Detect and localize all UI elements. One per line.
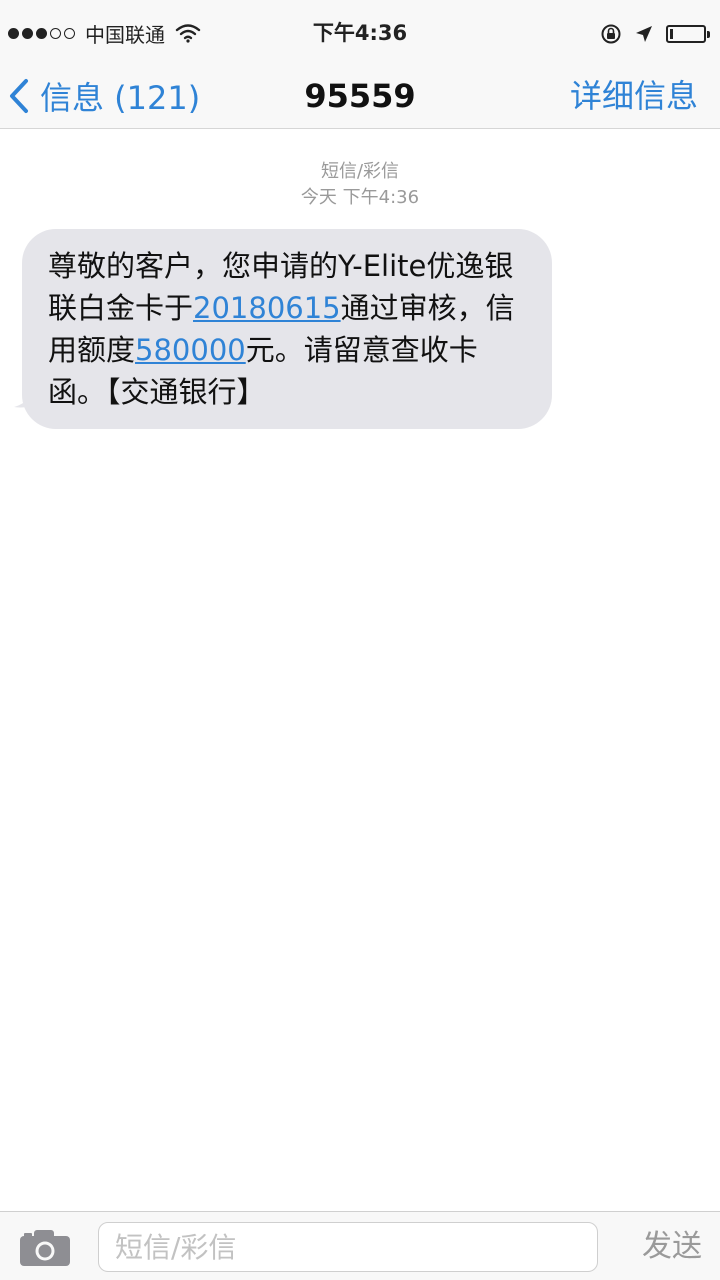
status-right: [600, 20, 710, 48]
message-meta: 短信/彩信 今天 下午4:36: [0, 159, 720, 211]
wifi-icon: [175, 24, 201, 43]
message-input[interactable]: [98, 1222, 598, 1272]
messages-screen: 中国联通 下午4:36 信息 (121) 95559 详细信息 短信/彩信 今天…: [0, 0, 720, 1280]
camera-icon: [20, 1230, 70, 1266]
battery-icon: [666, 25, 710, 43]
send-button[interactable]: 发送: [642, 1224, 702, 1270]
date-link[interactable]: 20180615: [193, 291, 341, 325]
status-bar: 中国联通 下午4:36: [0, 0, 720, 66]
location-arrow-icon: [636, 26, 652, 42]
status-left: 中国联通: [8, 18, 201, 48]
back-to-messages-button[interactable]: 信息 (121): [8, 74, 200, 118]
camera-button[interactable]: [18, 1228, 72, 1268]
message-type-label: 短信/彩信: [320, 161, 400, 182]
incoming-message-bubble[interactable]: 尊敬的客户，您申请的Y-Elite优逸银联白金卡于20180615通过审核，信用…: [22, 229, 552, 429]
signal-dot: [8, 27, 19, 39]
conversation-area[interactable]: 短信/彩信 今天 下午4:36 尊敬的客户，您申请的Y-Elite优逸银联白金卡…: [0, 129, 720, 1211]
battery-level: [670, 29, 673, 39]
back-label: 信息 (121): [40, 79, 201, 117]
rotation-lock-icon: [601, 24, 621, 44]
message-timestamp: 今天 下午4:36: [300, 187, 420, 208]
navigation-bar: 信息 (121) 95559 详细信息: [0, 66, 720, 129]
signal-strength-icon: [8, 27, 75, 39]
carrier-name: 中国联通: [85, 22, 165, 47]
amount-link[interactable]: 580000: [135, 333, 246, 367]
signal-dot: [22, 27, 33, 39]
message-input-bar: 发送: [0, 1211, 720, 1280]
details-button[interactable]: 详细信息: [570, 74, 698, 118]
signal-dot: [36, 27, 47, 39]
chevron-left-icon: [10, 79, 28, 113]
signal-dot: [50, 27, 61, 39]
signal-dot: [64, 27, 75, 39]
